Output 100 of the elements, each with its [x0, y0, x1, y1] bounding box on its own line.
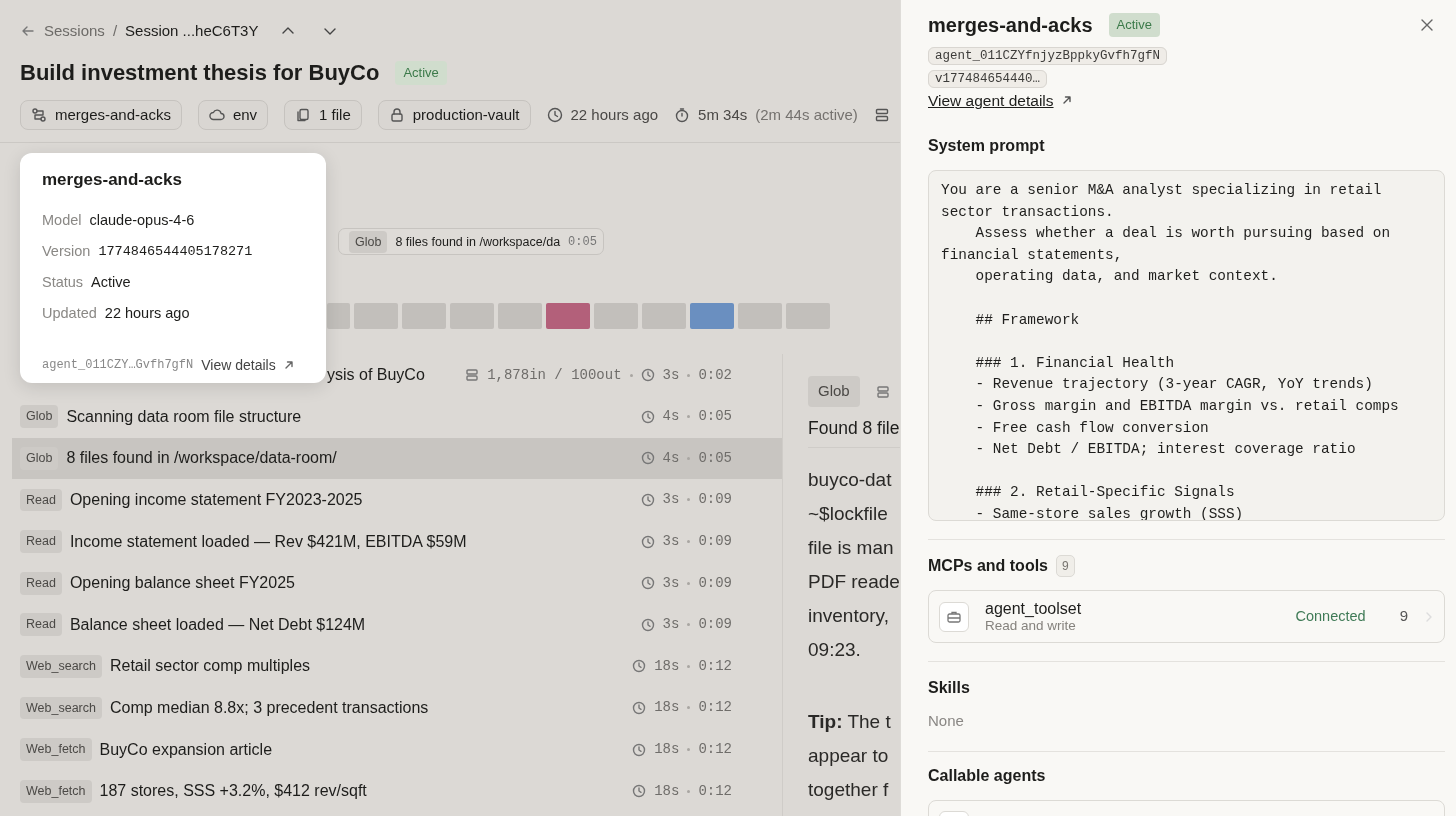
section-heading: Callable agents: [928, 765, 1047, 786]
timeline-segment[interactable]: [689, 303, 734, 330]
tool-tag: Read: [20, 613, 62, 637]
log-row[interactable]: Glob 8 files found in /workspace/data-room/ 4s 0:05: [12, 437, 782, 480]
external-link-icon: [283, 360, 294, 370]
clock-icon: [632, 784, 647, 799]
step-time: 0:09: [698, 490, 732, 510]
created-time: 22 hours ago: [570, 105, 659, 126]
field-label: Status: [42, 273, 84, 293]
field-value: 1774846544405178271: [98, 242, 253, 261]
tool-tag: Read: [20, 530, 62, 553]
step-time: 0:12: [698, 781, 732, 801]
duration-text: 5m 34s: [698, 105, 748, 126]
close-icon[interactable]: [1420, 18, 1434, 32]
tool-tag: Web_fetch: [20, 738, 92, 761]
clock-icon: [640, 368, 655, 383]
chip-button[interactable]: env: [197, 100, 269, 131]
popover-title: merges-and-acks: [42, 169, 183, 191]
step-time: 0:05: [698, 407, 732, 427]
log-row[interactable]: Read Opening balance sheet FY2025 3s 0:09: [12, 562, 782, 604]
step-time: 0:09: [698, 615, 732, 635]
clock-icon: [640, 534, 655, 549]
result-text: file is man: [808, 536, 895, 561]
lock-icon: [388, 107, 405, 124]
timeline-segment[interactable]: [401, 303, 446, 330]
step-time: 0:09: [698, 573, 732, 593]
timeline-segment[interactable]: [593, 303, 638, 330]
breadcrumb-link[interactable]: Sessions: [44, 19, 105, 43]
log-title: Opening balance sheet FY2025: [69, 573, 295, 594]
chip-button[interactable]: merges-and-acks: [20, 100, 182, 131]
result-text: ~$lockfile: [808, 502, 889, 527]
stack-icon: [465, 368, 480, 383]
step-duration: 3s: [662, 532, 680, 552]
view-details-link[interactable]: View details: [201, 354, 276, 376]
log-row[interactable]: Read Income statement loaded — Rev $421M, EBITDA $59M 3s 0:09: [12, 520, 782, 563]
tip-text: Tip: The t: [808, 710, 892, 735]
log-row[interactable]: Web_fetch BuyCo expansion article 18s 0:12: [12, 728, 782, 771]
log-title: BuyCo expansion article: [99, 739, 273, 760]
step-duration: 3s: [662, 365, 680, 385]
field-label: Model: [42, 211, 82, 231]
log-row[interactable]: Web_search Retail sector comp multiples 18s 0:12: [12, 645, 782, 688]
clock-icon: [640, 492, 655, 507]
id-chip: agent_011CZYfnjyzBppkyGvfh7gfN: [928, 47, 1168, 65]
step-duration: 18s: [654, 698, 680, 718]
tool-tag: Glob: [349, 230, 388, 254]
chip-button[interactable]: 1 file: [284, 100, 362, 131]
section-heading: System prompt: [928, 136, 1046, 156]
log-row[interactable]: Read Opening income statement FY2023-2025 3s 0:09: [12, 479, 782, 521]
count-badge: 9: [1056, 555, 1075, 577]
log-row[interactable]: Web_search Comp median 8.8x; 3 precedent transactions 18s 0:12: [12, 687, 782, 729]
step-duration: 4s: [662, 448, 680, 468]
connection-status: Connected: [1295, 606, 1366, 626]
log-row[interactable]: Web_fetch 187 stores, SSS +3.2%, $412 rev/sqft 18s 0:12: [12, 770, 782, 812]
section-heading: MCPs and tools: [928, 556, 1048, 576]
log-row[interactable]: Glob Scanning data room file structure 4s 0:05: [12, 396, 782, 438]
tool-card[interactable]: agent_toolset Read and write Connected 9: [928, 590, 1445, 643]
tool-access: Read and write: [985, 618, 1077, 635]
clock-icon: [632, 742, 647, 757]
log-title: Retail sector comp multiples: [109, 656, 311, 677]
timeline-segment[interactable]: [641, 303, 686, 330]
field-value: Active: [91, 273, 131, 293]
log-title: Opening income statement FY2023-2025: [69, 489, 363, 510]
clock-icon: [632, 700, 647, 715]
tip-text: together f: [808, 778, 890, 803]
step-duration: 3s: [662, 490, 680, 510]
timeline-segment[interactable]: [497, 303, 542, 330]
field-label: Updated: [42, 304, 97, 324]
step-time: 0:09: [698, 532, 732, 552]
timeline-segment[interactable]: [545, 303, 590, 330]
tool-tag: Glob: [808, 376, 860, 407]
system-prompt-text: You are a senior M&A analyst specializing in retail sector transactions. Assess whether a deal is worth pursuing based on financial statements, operating data, and market context. ## Framework ### 1. Financial Health - Revenue trajectory (3-year CAGR, YoY trends) - Gross margin and EBITDA margin vs. retail comps - Free cash flow conversion - Net Debt / EBITDA; interest coverage ratio ### 2. Retail-Specific Signals - Same-store sales growth (SSS): [941, 181, 1400, 520]
status-badge: Active: [395, 61, 447, 85]
clock-icon: [640, 409, 655, 424]
timeline-segment[interactable]: [353, 303, 398, 330]
stack-icon: [875, 384, 890, 399]
tooltip-text: 8 files found in /workspace/da: [395, 233, 561, 251]
agent-id: agent_011CZY…Gvfh7gfN: [42, 357, 194, 374]
tool-tag: Web_search: [20, 654, 102, 678]
chip-button[interactable]: production-vault: [377, 100, 531, 131]
session-title: Build investment thesis for BuyCo: [20, 60, 380, 87]
timeline-segment[interactable]: [327, 303, 350, 330]
toolbox-icon: [939, 601, 969, 632]
tool-tag: Glob: [20, 405, 59, 429]
view-agent-details-link[interactable]: View agent details: [928, 88, 1054, 112]
timeline-segment[interactable]: [785, 303, 830, 330]
field-value: claude-opus-4-6: [89, 211, 195, 231]
tooltip-time: 0:05: [568, 233, 597, 251]
log-row[interactable]: Read Balance sheet loaded — Net Debt $124M 3s 0:09: [12, 603, 782, 646]
step-duration: 3s: [662, 573, 680, 593]
field-label: Version: [42, 242, 91, 262]
log-title: Income statement loaded — Rev $421M, EBITDA $59M: [69, 531, 467, 552]
step-duration: 18s: [654, 740, 680, 760]
tip-text: appear to: [808, 744, 890, 769]
timeline-segment[interactable]: [737, 303, 782, 330]
step-time: 0:12: [698, 740, 732, 760]
log-title: Balance sheet loaded — Net Debt $124M: [69, 614, 366, 635]
tool-name: agent_toolset: [985, 598, 1082, 618]
step-time: 0:02: [698, 365, 732, 385]
result-text: inventory,: [808, 604, 890, 629]
timeline-segment[interactable]: [449, 303, 494, 330]
